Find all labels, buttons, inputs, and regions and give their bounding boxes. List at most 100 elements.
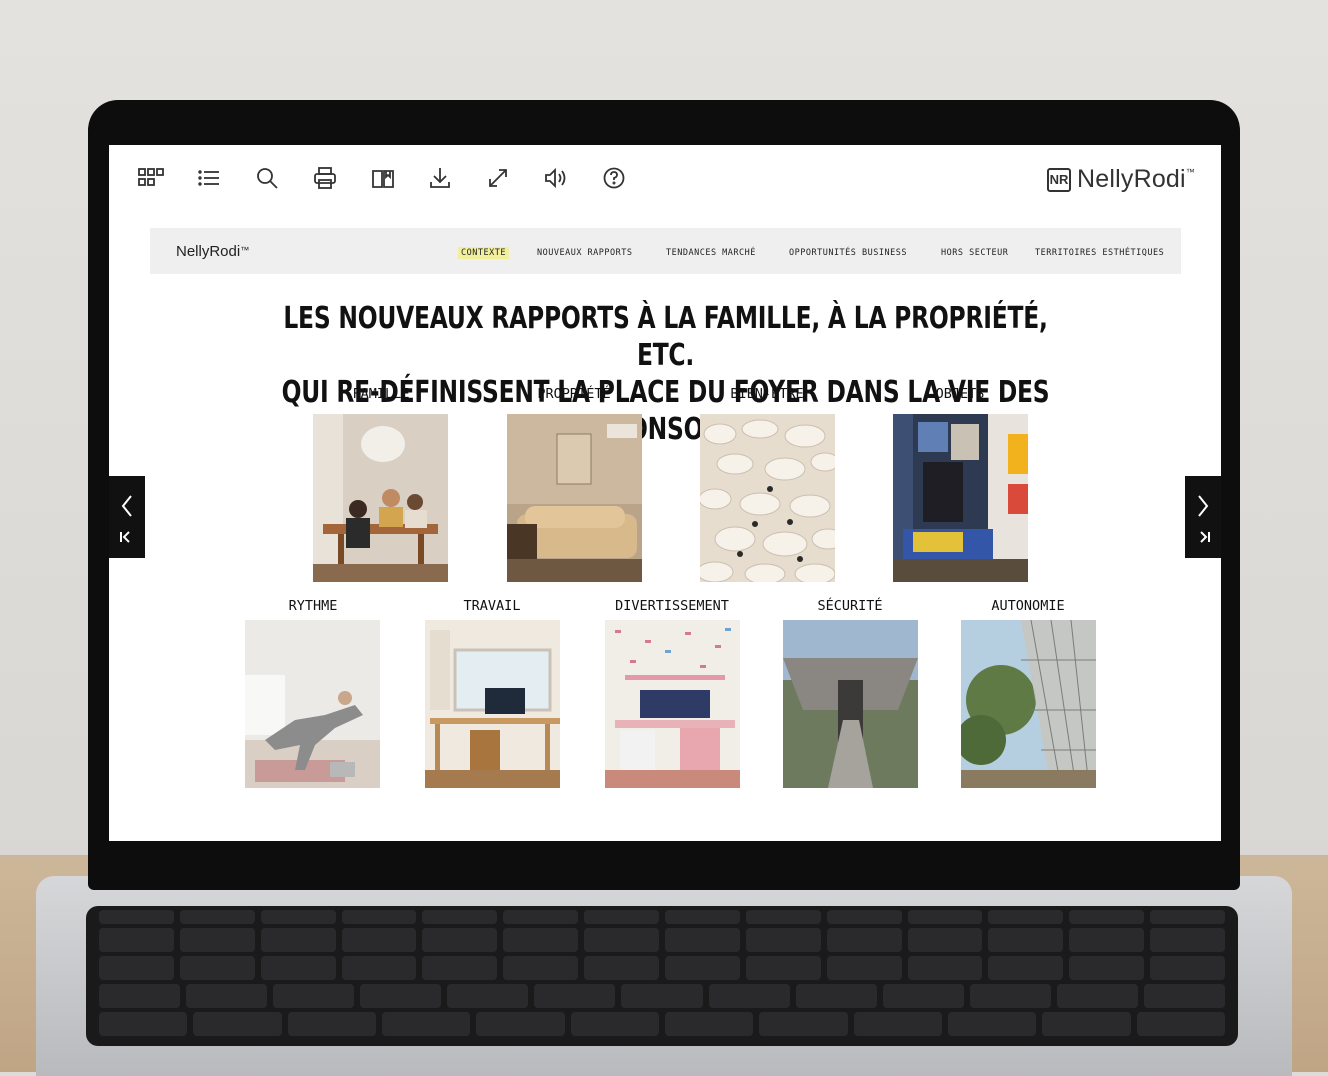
keyboard-key [99, 956, 174, 980]
keyboard-key [260, 928, 336, 952]
document-page: NellyRodi™ CONTEXTE NOUVEAUX RAPPORTS TE… [150, 228, 1181, 808]
keyboard-key [534, 984, 616, 1008]
keyboard-key [665, 1012, 754, 1036]
list-icon[interactable] [194, 163, 224, 193]
category-label-autonomie: AUTONOMIE [991, 598, 1065, 614]
keyboard-key [988, 910, 1064, 924]
keyboard-key [907, 928, 983, 952]
keyboard-key [759, 1012, 848, 1036]
keyboard-key [179, 956, 255, 980]
brand-mark-icon: NR [1047, 167, 1071, 192]
keyboard-key [447, 984, 529, 1008]
keyboard-key [665, 928, 740, 952]
keyboard-key [1150, 910, 1225, 924]
search-icon[interactable] [252, 163, 282, 193]
keyboard-key [665, 956, 740, 980]
photo-divertissement[interactable] [605, 620, 740, 788]
keyboard-key [1136, 1012, 1225, 1036]
keyboard-key [1150, 928, 1225, 952]
nav-territoires-esthetiques[interactable]: TERRITOIRES ESTHÉTIQUES [1035, 248, 1164, 258]
keyboard-key [907, 910, 983, 924]
keyboard-key [186, 984, 268, 1008]
photo-bien-etre[interactable] [700, 414, 835, 582]
download-icon[interactable] [425, 163, 455, 193]
keyboard-key [382, 1012, 471, 1036]
keyboard-key [1042, 1012, 1131, 1036]
document-brand: NellyRodi™ [176, 243, 250, 260]
nav-tendances-marche[interactable]: TENDANCES MARCHÉ [666, 248, 756, 258]
nav-contexte[interactable]: CONTEXTE [458, 247, 509, 259]
category-label-famille: FAMILLE [352, 386, 410, 402]
keyboard-key [422, 928, 498, 952]
keyboard-key [1069, 910, 1145, 924]
keyboard-key [1056, 984, 1138, 1008]
keyboard-key [969, 984, 1051, 1008]
keyboard-key [826, 928, 902, 952]
keyboard-key [795, 984, 877, 1008]
sound-icon[interactable] [541, 163, 571, 193]
keyboard-key [1069, 928, 1145, 952]
keyboard-key [260, 956, 336, 980]
category-label-objets: OBJETS [935, 386, 985, 402]
fullscreen-icon[interactable] [483, 163, 513, 193]
keyboard-key [584, 956, 659, 980]
nav-hors-secteur[interactable]: HORS SECTEUR [941, 248, 1008, 258]
keyboard-key [584, 910, 659, 924]
keyboard-key [476, 1012, 565, 1036]
keyboard-key [179, 910, 255, 924]
photo-objets[interactable] [893, 414, 1028, 582]
keyboard-key [273, 984, 355, 1008]
category-label-travail: TRAVAIL [463, 598, 521, 614]
category-label-rythme: RYTHME [288, 598, 338, 614]
keyboard-key [341, 910, 417, 924]
photo-rythme[interactable] [245, 620, 380, 788]
keyboard-key [882, 984, 964, 1008]
keyboard-key [193, 1012, 282, 1036]
keyboard-key [988, 956, 1064, 980]
keyboard [86, 906, 1238, 1046]
keyboard-key [584, 928, 659, 952]
keyboard-key [503, 910, 579, 924]
keyboard-key [907, 956, 983, 980]
keyboard-key [287, 1012, 376, 1036]
category-label-divertissement: DIVERTISSEMENT [615, 598, 729, 614]
photo-travail[interactable] [425, 620, 560, 788]
keyboard-key [99, 1012, 188, 1036]
print-icon[interactable] [310, 163, 340, 193]
photo-famille[interactable] [313, 414, 448, 582]
keyboard-key [1143, 984, 1225, 1008]
help-icon[interactable] [599, 163, 629, 193]
title-line-1: LES NOUVEAUX RAPPORTS À LA FAMILLE, À LA… [283, 301, 1048, 373]
photo-securite[interactable] [783, 620, 918, 788]
keyboard-key [341, 956, 417, 980]
keyboard-key [853, 1012, 942, 1036]
keyboard-key [503, 956, 579, 980]
keyboard-key [341, 928, 417, 952]
document-header: NellyRodi™ CONTEXTE NOUVEAUX RAPPORTS TE… [150, 228, 1181, 274]
nav-opportunites-business[interactable]: OPPORTUNITÉS BUSINESS [789, 248, 907, 258]
keyboard-key [422, 910, 498, 924]
next-page-button[interactable] [1185, 476, 1221, 558]
keyboard-key [745, 928, 821, 952]
keyboard-key [99, 928, 174, 952]
keyboard-key [708, 984, 790, 1008]
brand-logo[interactable]: NR NellyRodi™ [1047, 165, 1195, 194]
laptop-screen: NR NellyRodi™ NellyRodi™ CONTEXTE NOUVEA… [109, 145, 1221, 841]
keyboard-key [826, 956, 902, 980]
keyboard-key [99, 910, 174, 924]
keyboard-key [179, 928, 255, 952]
prev-page-button[interactable] [109, 476, 145, 558]
book-icon[interactable] [368, 163, 398, 193]
keyboard-key [503, 928, 579, 952]
category-label-bien-etre: BIEN-ÊTRE [730, 386, 804, 402]
photo-autonomie[interactable] [961, 620, 1096, 788]
keyboard-key [422, 956, 498, 980]
nav-nouveaux-rapports[interactable]: NOUVEAUX RAPPORTS [537, 248, 633, 258]
keyboard-key [826, 910, 902, 924]
keyboard-key [99, 984, 181, 1008]
grid-icon[interactable] [136, 163, 166, 193]
photo-propriete[interactable] [507, 414, 642, 582]
keyboard-key [570, 1012, 659, 1036]
keyboard-key [260, 910, 336, 924]
category-label-securite: SÉCURITÉ [817, 598, 883, 614]
